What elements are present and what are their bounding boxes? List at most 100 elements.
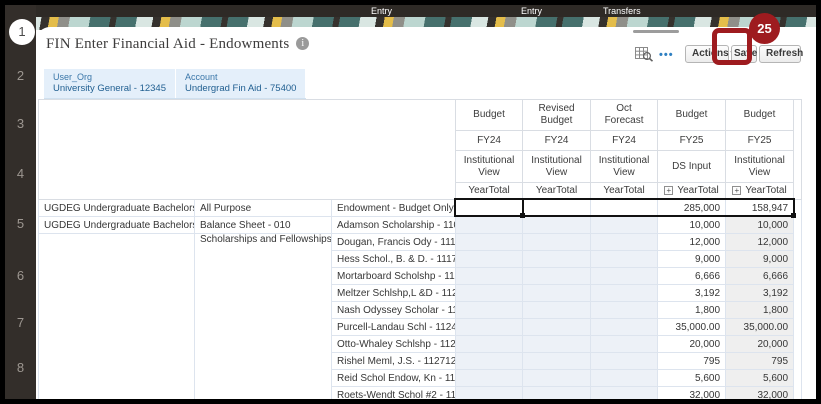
data-cell[interactable]: 3,192 [657,284,727,302]
data-cell[interactable] [455,318,524,336]
sidebar-tab-1-selected[interactable]: 1 [9,19,35,45]
column-header-measure[interactable]: Budget [725,99,795,131]
row-header-account[interactable]: Reid Schol Endow, Kn - 112737 [330,369,457,387]
actions-button[interactable]: Actions▾ [685,45,734,63]
row-header-category[interactable]: Scholarships and Fellowships - 650 [194,233,332,399]
data-cell[interactable] [590,369,659,387]
column-header-view[interactable]: Institutional View [725,150,795,183]
info-icon[interactable]: i [296,37,310,50]
column-header-year[interactable]: FY25 [657,130,727,151]
data-cell[interactable]: 1,800 [725,301,795,319]
data-cell[interactable]: 5,600 [657,369,727,387]
pov-user-org[interactable]: User_Org University General - 12345 [44,69,176,98]
data-cell[interactable] [590,318,659,336]
sidebar-tab-2[interactable]: 2 [5,68,36,83]
row-header-account[interactable]: Meltzer Schlshp,L &D - 112280 [330,284,457,302]
refresh-button[interactable]: Refresh [759,45,803,63]
data-cell[interactable]: 20,000 [657,335,727,353]
panel-drag-handle[interactable] [633,30,679,33]
data-cell[interactable] [455,369,524,387]
data-cell[interactable]: 5,600 [725,369,795,387]
data-cell[interactable] [522,284,592,302]
column-header-year[interactable]: FY24 [590,130,659,151]
row-header-org[interactable] [38,233,195,399]
data-cell[interactable] [455,267,524,285]
expand-icon[interactable]: + [664,186,674,195]
data-cell[interactable] [522,216,592,234]
data-cell[interactable] [522,267,592,285]
pov-member-link[interactable]: Undergrad Fin Aid - 75400 [185,83,296,95]
row-header-account[interactable]: Otto-Whaley Schlshp - 112510 [330,335,457,353]
data-cell[interactable] [455,301,524,319]
column-header-measure[interactable]: Revised Budget [522,99,592,131]
row-header-account[interactable]: Mortarboard Scholshp - 112278 [330,267,457,285]
data-cell[interactable]: 10,000 [725,216,795,234]
data-cell[interactable]: 6,666 [657,267,727,285]
column-header-year[interactable]: FY24 [455,130,524,151]
data-cell[interactable]: 285,000 [657,199,727,217]
row-header-account[interactable]: Hess Schol., B. & D. - 111784 [330,250,457,268]
data-cell[interactable] [455,216,524,234]
sidebar-tab-7[interactable]: 7 [5,315,36,330]
data-cell[interactable]: 795 [725,352,795,370]
column-header-view[interactable]: Institutional View [455,150,524,183]
data-cell[interactable]: 10,000 [657,216,727,234]
column-header-year[interactable]: FY25 [725,130,795,151]
data-cell[interactable]: 12,000 [657,233,727,251]
data-cell[interactable] [590,301,659,319]
data-cell[interactable]: 32,000 [725,386,795,399]
row-header-category[interactable]: All Purpose [194,199,332,217]
data-cell[interactable]: 6,666 [725,267,795,285]
column-header-period-expandable[interactable]: + YearTotal [657,182,727,200]
pov-account[interactable]: Account Undergrad Fin Aid - 75400 [176,69,307,98]
data-cell[interactable] [455,386,524,399]
data-cell[interactable] [522,250,592,268]
column-header-measure[interactable]: Budget [455,99,524,131]
data-cell[interactable]: 32,000 [657,386,727,399]
nav-tab-entry-1[interactable]: Entry [371,5,392,17]
data-cell[interactable] [455,233,524,251]
data-cell[interactable] [522,301,592,319]
column-header-year[interactable]: FY24 [522,130,592,151]
column-header-view[interactable]: Institutional View [522,150,592,183]
row-header-account[interactable]: Purcell-Landau Schl - 112495 [330,318,457,336]
row-header-org[interactable]: UGDEG Undergraduate Bachelors - 1000 [38,216,195,234]
save-button[interactable]: Save [731,45,757,63]
sidebar-tab-8[interactable]: 8 [5,360,36,375]
data-cell[interactable] [522,352,592,370]
data-cell[interactable] [455,199,524,217]
data-cell[interactable] [455,284,524,302]
data-cell[interactable]: 35,000.00 [725,318,795,336]
row-header-account[interactable]: Nash Odyssey Scholar - 112415 [330,301,457,319]
sidebar-tab-4[interactable]: 4 [5,166,36,181]
row-header-account[interactable]: Rishel Meml, J.S. - 112712 [330,352,457,370]
row-header-org[interactable]: UGDEG Undergraduate Bachelors - 1000 [38,199,195,217]
data-cell[interactable]: 158,947 [725,199,795,217]
data-cell[interactable] [455,352,524,370]
sidebar-tab-5[interactable]: 5 [5,216,36,231]
column-header-measure[interactable]: Budget [657,99,727,131]
more-options-ellipsis[interactable]: ••• [659,49,674,61]
data-cell[interactable] [590,233,659,251]
row-header-account[interactable]: Dougan, Francis Ody - 111262 [330,233,457,251]
column-header-view[interactable]: DS Input [657,150,727,183]
pov-member-link[interactable]: University General - 12345 [53,83,166,95]
data-cell[interactable] [522,233,592,251]
row-header-account[interactable]: Adamson Scholarship - 110009 [330,216,457,234]
data-cell[interactable]: 9,000 [657,250,727,268]
data-cell[interactable] [590,199,659,217]
row-header-account[interactable]: Roets-Wendt Schol #2 - 112750 [330,386,457,399]
data-cell[interactable] [522,386,592,399]
row-header-account[interactable]: Endowment - Budget Only - 139999 [330,199,457,217]
data-cell[interactable] [590,352,659,370]
sidebar-tab-3[interactable]: 3 [5,116,36,131]
data-cell[interactable]: 20,000 [725,335,795,353]
data-cell[interactable]: 1,800 [657,301,727,319]
expand-icon[interactable]: + [732,186,742,195]
data-cell[interactable] [590,284,659,302]
data-cell[interactable] [522,318,592,336]
data-cell[interactable] [590,386,659,399]
data-cell[interactable]: 35,000.00 [657,318,727,336]
data-cell[interactable]: 9,000 [725,250,795,268]
data-cell[interactable] [522,199,592,217]
